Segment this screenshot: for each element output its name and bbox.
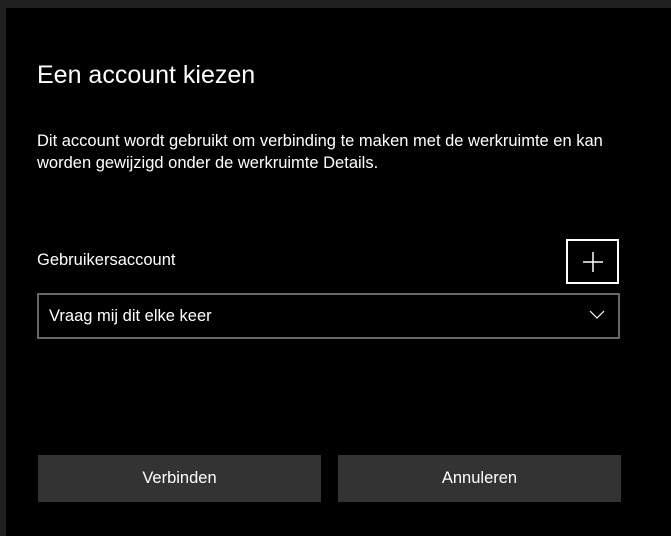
dialog-description: Dit account wordt gebruikt om verbinding… [37,132,603,172]
account-select-value: Vraag mij dit elke keer [49,307,212,325]
user-account-label: Gebruikersaccount [37,251,176,269]
cancel-button[interactable]: Annuleren [338,455,621,502]
account-select[interactable]: Vraag mij dit elke keer [37,293,620,339]
plus-icon [583,252,603,272]
dialog-title: Een account kiezen [37,61,256,89]
chevron-down-icon [589,310,605,319]
account-dialog: Een account kiezen Dit account wordt geb… [6,8,671,536]
connect-button[interactable]: Verbinden [38,455,321,502]
add-account-button[interactable] [566,239,619,284]
